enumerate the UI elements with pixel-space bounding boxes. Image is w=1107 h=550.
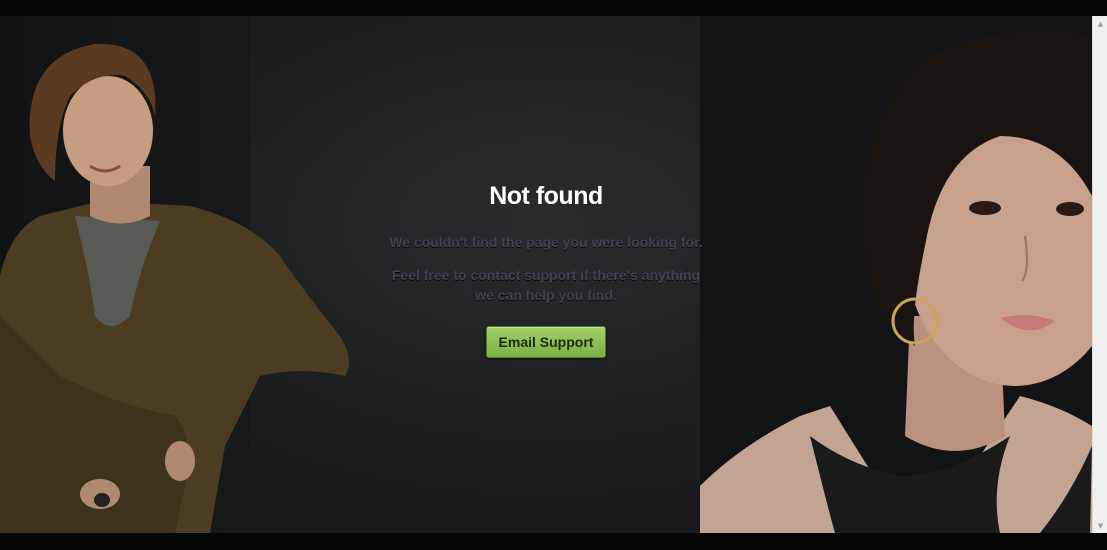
page-viewport: Not found We couldn't find the page you …: [0, 16, 1092, 533]
email-support-button[interactable]: Email Support: [485, 326, 607, 358]
message-line-2: Feel free to contact support if there's …: [391, 267, 701, 303]
browser-top-bar: [0, 0, 1107, 16]
browser-bottom-bar: [0, 533, 1107, 550]
left-photo-image: [0, 43, 349, 533]
triangle-up-icon[interactable]: ▲: [1093, 16, 1107, 31]
vertical-scrollbar[interactable]: ▲ ▼: [1092, 16, 1107, 533]
page-title: Not found: [489, 182, 603, 210]
right-photo-image: [700, 16, 1092, 533]
not-found-message-block: Not found We couldn't find the page you …: [346, 180, 746, 358]
message-line-1: We couldn't find the page you were looki…: [389, 234, 703, 250]
triangle-down-icon[interactable]: ▼: [1093, 518, 1107, 533]
